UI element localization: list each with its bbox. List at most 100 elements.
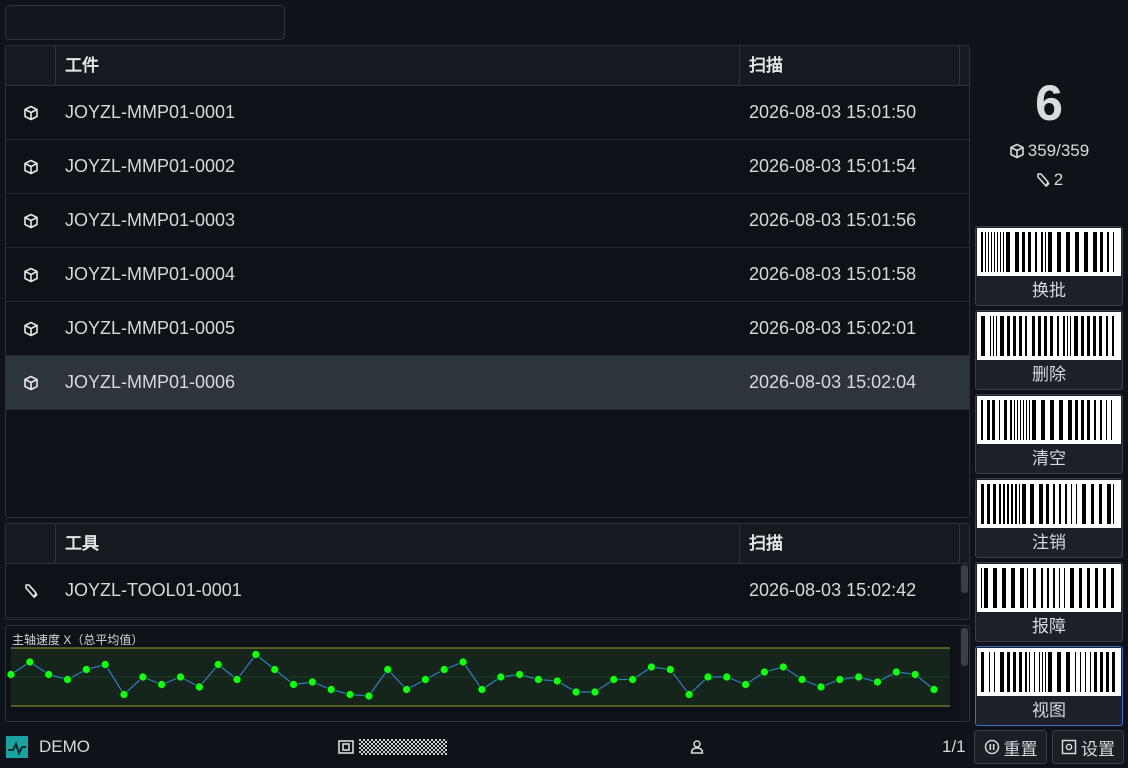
chart-data-point[interactable] [609, 675, 619, 684]
chart-data-point[interactable] [628, 675, 638, 684]
barcode-icon [977, 648, 1121, 696]
barcode-button[interactable]: 注销 [975, 478, 1123, 558]
header-scan[interactable]: 扫描 [740, 524, 960, 563]
header-part[interactable]: 工件 [56, 46, 740, 85]
chart-data-point[interactable] [665, 665, 675, 674]
barcode-button[interactable]: 清空 [975, 394, 1123, 474]
tool-icon [1036, 173, 1050, 187]
chart-data-point[interactable] [383, 665, 393, 674]
table-row[interactable]: JOYZL-MMP01-0003 2026-08-03 15:01:56 [6, 194, 969, 248]
chart-data-point[interactable] [684, 690, 694, 699]
chart-data-point[interactable] [552, 676, 562, 686]
chart-data-point[interactable] [6, 670, 16, 679]
chart-data-point[interactable] [439, 665, 449, 674]
barcode-button-label: 换批 [1032, 281, 1066, 300]
chart-data-point[interactable] [703, 672, 713, 682]
chart-data-point[interactable] [722, 672, 732, 682]
app-logo-icon [6, 736, 28, 758]
chart-data-point[interactable] [891, 667, 901, 677]
parts-stat: 359/359 [975, 141, 1123, 161]
settings-label: 设置 [1081, 739, 1115, 759]
chart-data-point[interactable] [421, 675, 430, 684]
table-row[interactable]: JOYZL-MMP01-0001 2026-08-03 15:01:50 [6, 86, 969, 140]
reset-button[interactable]: 重置 [974, 730, 1047, 764]
chart-data-point[interactable] [232, 675, 242, 684]
barcode-icon [977, 564, 1121, 612]
chart-data-point[interactable] [741, 680, 751, 689]
chart-plot [6, 647, 950, 707]
chart-data-point[interactable] [534, 675, 543, 684]
chart-data-point[interactable] [251, 650, 261, 659]
table-row[interactable]: JOYZL-MMP01-0005 2026-08-03 15:02:01 [6, 302, 969, 356]
page-indicator: 1/1 [942, 737, 966, 756]
spindle-speed-chart: 主轴速度 X（总平均值） [5, 625, 970, 722]
chart-data-point[interactable] [326, 685, 336, 694]
row-scan-time: 2026-08-03 15:01:56 [749, 210, 917, 230]
search-input[interactable] [5, 5, 285, 40]
barcode-icon [977, 228, 1121, 276]
table-row[interactable]: JOYZL-MMP01-0002 2026-08-03 15:01:54 [6, 140, 969, 194]
chart-data-point[interactable] [100, 660, 110, 669]
reset-label: 重置 [1003, 739, 1038, 759]
reset-icon [984, 739, 999, 755]
cube-icon [24, 267, 38, 282]
chart-data-point[interactable] [477, 685, 487, 694]
chart-data-point[interactable] [25, 657, 35, 667]
row-icon-cell [6, 159, 56, 175]
chart-data-point[interactable] [81, 665, 91, 674]
header-tool[interactable]: 工具 [56, 524, 740, 563]
header-icon-column [6, 46, 56, 85]
chart-data-point[interactable] [816, 682, 826, 692]
barcode-button[interactable]: 视图 [975, 646, 1123, 726]
tools-count: 2 [1053, 170, 1064, 189]
chart-data-point[interactable] [119, 690, 129, 699]
barcode-button[interactable]: 换批 [975, 226, 1123, 306]
table-row[interactable]: JOYZL-TOOL01-0001 2026-08-03 15:02:42 [6, 564, 969, 618]
chart-data-point[interactable] [760, 667, 769, 677]
chart-data-point[interactable] [364, 691, 374, 701]
chart-data-point[interactable] [496, 672, 506, 682]
table-row[interactable]: JOYZL-MMP01-0004 2026-08-03 15:01:58 [6, 248, 969, 302]
chart-data-point[interactable] [157, 680, 167, 689]
row-name: JOYZL-MMP01-0004 [65, 264, 236, 284]
chart-data-point[interactable] [63, 675, 72, 684]
chart-data-point[interactable] [778, 662, 788, 672]
chart-scrollbar-thumb[interactable] [961, 628, 968, 666]
chart-data-point[interactable] [213, 660, 223, 669]
chart-data-point[interactable] [515, 670, 524, 679]
barcode-button[interactable]: 报障 [975, 562, 1123, 642]
user-icon[interactable] [690, 740, 704, 754]
chart-data-point[interactable] [345, 690, 355, 699]
row-scan-time: 2026-08-03 15:01:50 [749, 102, 917, 122]
header-icon-column [6, 524, 56, 563]
chart-data-point[interactable] [647, 662, 656, 672]
chart-data-point[interactable] [176, 672, 185, 682]
chart-data-point[interactable] [289, 680, 298, 689]
chart-data-point[interactable] [270, 665, 280, 674]
chart-data-point[interactable] [307, 677, 317, 687]
chart-data-point[interactable] [571, 687, 581, 697]
chart-data-point[interactable] [835, 675, 845, 684]
barcode-button[interactable]: 删除 [975, 310, 1123, 390]
chart-data-point[interactable] [590, 687, 600, 697]
row-icon-cell [6, 267, 56, 283]
barcode-icon [977, 312, 1121, 360]
chart-data-point[interactable] [44, 670, 54, 679]
row-scan-time: 2026-08-03 15:02:42 [749, 580, 917, 600]
chart-data-point[interactable] [194, 682, 204, 692]
station-icon [338, 740, 354, 754]
chart-data-point[interactable] [402, 685, 411, 694]
header-scan[interactable]: 扫描 [740, 46, 960, 85]
parts-table: 工件 扫描 JOYZL-MMP01-0001 2026-08-03 15:01:5… [5, 45, 970, 518]
chart-data-point[interactable] [873, 677, 882, 687]
chart-data-point[interactable] [797, 675, 807, 684]
table-row[interactable]: JOYZL-MMP01-0006 2026-08-03 15:02:04 [6, 356, 969, 410]
chart-data-point[interactable] [929, 685, 939, 694]
chart-data-point[interactable] [458, 657, 468, 667]
tools-table-header: 工具 扫描 [6, 524, 969, 564]
tools-scrollbar-thumb[interactable] [961, 565, 968, 593]
chart-data-point[interactable] [910, 670, 920, 679]
settings-button[interactable]: 设置 [1052, 730, 1124, 764]
chart-data-point[interactable] [138, 672, 148, 682]
chart-data-point[interactable] [854, 672, 864, 682]
